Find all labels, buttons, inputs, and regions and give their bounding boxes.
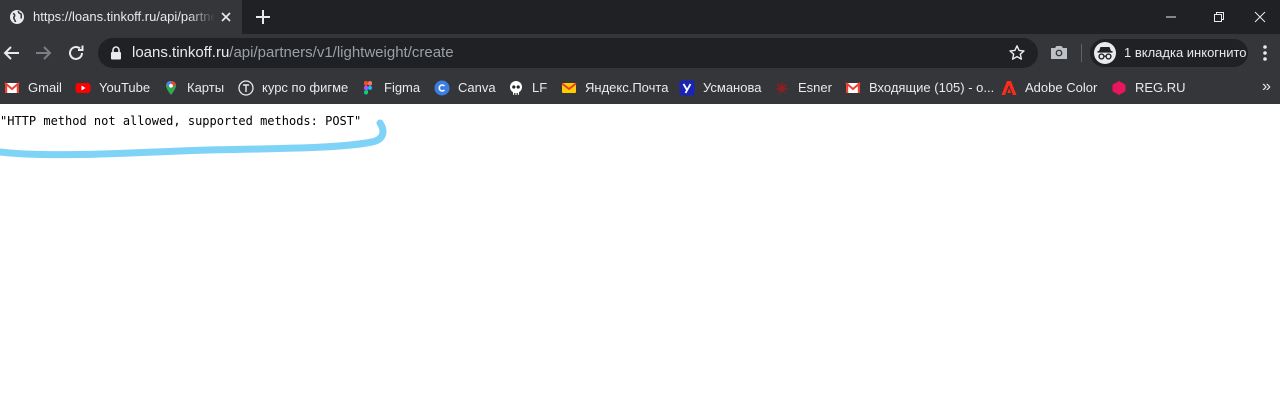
globe-icon (10, 10, 24, 24)
url-host: loans.tinkoff.ru (132, 44, 230, 61)
bookmark-youtube[interactable]: YouTube (75, 79, 150, 97)
bookmark-label: REG.RU (1135, 80, 1186, 95)
bookmark-lf[interactable]: LF (508, 79, 547, 97)
bookmark-maps[interactable]: Карты (163, 79, 224, 97)
incognito-label: 1 вкладка инкогнито (1124, 45, 1247, 60)
incognito-icon (1094, 42, 1116, 64)
bookmark-label: курс по фигме (262, 80, 349, 95)
youtube-icon (75, 80, 91, 96)
forward-arrow-icon[interactable] (33, 43, 53, 63)
bookmark-figma[interactable]: Figma (360, 79, 420, 97)
bookmark-adobe-color[interactable]: Adobe Color (1001, 79, 1097, 97)
minimize-icon (1166, 16, 1176, 18)
bookmark-gmail[interactable]: Gmail (4, 79, 62, 97)
gmail-icon (845, 80, 861, 96)
bookmarks-bar: Gmail YouTube Карты курс по фигме Figma … (0, 72, 1280, 104)
bookmark-star-icon[interactable] (1008, 44, 1026, 62)
splash-icon (774, 80, 790, 96)
maps-pin-icon (163, 80, 179, 96)
gmail-icon (4, 80, 20, 96)
bookmark-label: Adobe Color (1025, 80, 1098, 95)
bookmark-label: Яндекс.Почта (585, 80, 669, 95)
bookmark-label: Входящие (105) - о... (869, 80, 995, 95)
active-tab[interactable]: https://loans.tinkoff.ru/api/partners/v1… (0, 0, 242, 34)
bookmark-label: Figma (384, 80, 421, 95)
bookmark-label: LF (532, 80, 548, 95)
response-text: "HTTP method not allowed, supported meth… (0, 114, 362, 128)
bookmark-label: Canva (458, 80, 496, 95)
adobe-icon (1001, 80, 1017, 96)
lock-icon[interactable] (110, 46, 122, 60)
canva-icon (434, 80, 450, 96)
back-arrow-icon[interactable] (2, 43, 22, 63)
bookmark-usmanova[interactable]: Усманова (679, 79, 761, 97)
bookmark-inbox[interactable]: Входящие (105) - о... (845, 79, 994, 97)
tab-strip: https://loans.tinkoff.ru/api/partners/v1… (0, 0, 1280, 34)
reload-icon[interactable] (66, 43, 86, 63)
tab-title: https://loans.tinkoff.ru/api/partners/v1… (33, 9, 215, 24)
restore-button[interactable] (1208, 6, 1230, 28)
address-bar[interactable]: loans.tinkoff.ru/api/partners/v1/lightwe… (98, 38, 1038, 68)
bookmark-label: YouTube (99, 80, 151, 95)
bookmark-yandex-mail[interactable]: Яндекс.Почта (561, 79, 668, 97)
bookmark-label: Карты (187, 80, 225, 95)
bookmark-label: Gmail (28, 80, 62, 95)
restore-icon (1214, 12, 1224, 22)
bookmark-label: Усманова (703, 80, 762, 95)
bookmark-regru[interactable]: REG.RU (1111, 79, 1186, 97)
url-text[interactable]: loans.tinkoff.ru/api/partners/v1/lightwe… (132, 45, 454, 61)
figma-icon (360, 80, 376, 96)
envelope-icon (561, 80, 577, 96)
bookmark-esner[interactable]: Esner (774, 79, 832, 97)
bookmark-canva[interactable]: Canva (434, 79, 496, 97)
close-window-icon (1254, 11, 1266, 23)
t-circle-icon (238, 80, 254, 96)
close-icon[interactable] (219, 10, 233, 24)
skull-icon (508, 80, 524, 96)
new-tab-plus-icon[interactable] (254, 8, 272, 26)
window-close-button[interactable] (1249, 6, 1271, 28)
hexagon-icon (1111, 80, 1127, 96)
camera-icon[interactable] (1050, 44, 1068, 60)
more-vert-icon[interactable] (1262, 43, 1268, 63)
u-letter-icon (679, 80, 695, 96)
incognito-indicator[interactable]: 1 вкладка инкогнито (1090, 39, 1248, 67)
toolbar-divider (1081, 44, 1082, 62)
url-path: /api/partners/v1/lightweight/create (229, 44, 454, 61)
bookmarks-overflow-button[interactable]: » (1262, 78, 1271, 96)
page-content: "HTTP method not allowed, supported meth… (0, 104, 1280, 419)
bookmark-label: Esner (798, 80, 832, 95)
browser-toolbar: loans.tinkoff.ru/api/partners/v1/lightwe… (0, 34, 1280, 72)
bookmark-figma-course[interactable]: курс по фигме (238, 79, 348, 97)
minimize-button[interactable] (1160, 6, 1182, 28)
